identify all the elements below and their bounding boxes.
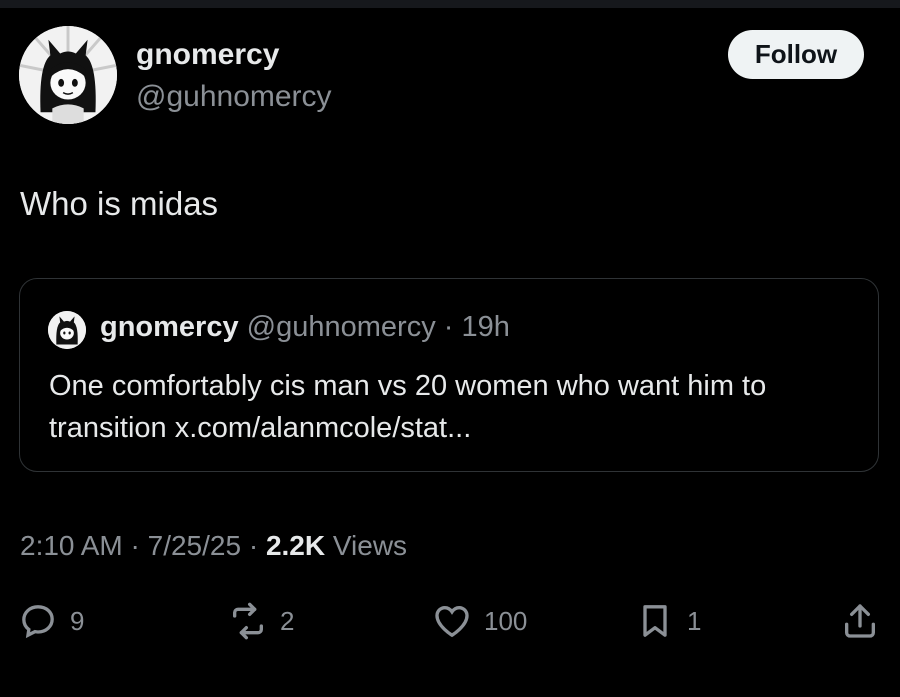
bottom-edge (0, 686, 900, 697)
quoted-tweet-card[interactable]: gnomercy @guhnomercy · 19h One comfortab… (19, 278, 879, 472)
heart-icon (432, 601, 472, 641)
tweet-meta: 2:10 AM · 7/25/25 · 2.2K Views (20, 530, 407, 562)
quoted-handle: @guhnomercy (246, 311, 436, 343)
repost-icon (228, 601, 268, 641)
bookmark-count: 1 (687, 605, 702, 636)
bookmark-icon (635, 601, 675, 641)
author-display-name[interactable]: gnomercy (136, 38, 279, 72)
reply-count: 9 (70, 605, 85, 636)
quoted-display-name: gnomercy (100, 311, 239, 343)
repost-count: 2 (280, 605, 295, 636)
repost-button[interactable]: 2 (228, 596, 294, 646)
tweet-date[interactable]: 7/25/25 (148, 530, 241, 561)
meta-separator: · (130, 530, 140, 561)
views-count: 2.2K (265, 530, 326, 561)
quoted-age: 19h (461, 311, 510, 343)
bookmark-button[interactable]: 1 (635, 596, 701, 646)
like-button[interactable]: 100 (432, 596, 527, 646)
quoted-header: gnomercy @guhnomercy · 19h (100, 311, 510, 344)
share-icon (840, 601, 880, 641)
quoted-text: One comfortably cis man vs 20 women who … (49, 370, 767, 444)
like-count: 100 (484, 605, 528, 636)
action-bar: 9 2 100 1 (0, 596, 900, 646)
top-divider (0, 0, 900, 8)
quoted-author-avatar (48, 311, 86, 349)
share-button[interactable] (840, 596, 880, 646)
meta-separator: · (248, 530, 259, 561)
author-avatar[interactable] (19, 26, 117, 124)
author-handle[interactable]: @guhnomercy (136, 80, 332, 114)
quoted-separator: · (443, 311, 454, 343)
reply-icon (18, 601, 58, 641)
reply-button[interactable]: 9 (18, 596, 84, 646)
tweet-text: Who is midas (20, 185, 219, 222)
views-label: Views (332, 530, 408, 561)
follow-button[interactable]: Follow (728, 30, 864, 79)
tweet-time[interactable]: 2:10 AM (20, 530, 123, 561)
